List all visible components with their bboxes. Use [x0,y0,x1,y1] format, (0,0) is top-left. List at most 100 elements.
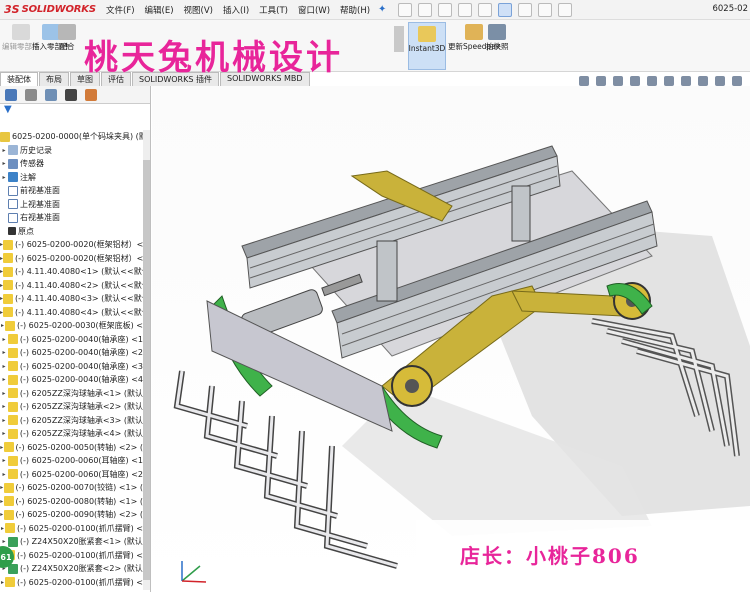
tree-item[interactable]: ▸ (-) 6025-0200-0080(转轴) <1> ( [0,495,143,509]
tree-item[interactable]: ▸ (-) 4.11.40.4080<4> (默认<<默认 [0,306,143,320]
tree-item[interactable]: ▸(-) 6025-0200-0100(抓爪摆臂) < [0,576,143,590]
take-snapshot-button[interactable]: 拍快照 [486,24,509,51]
display-style-icon[interactable] [664,76,674,86]
tree-item[interactable]: ▸ (-) Z24X50X20胀紧套<2> (默认 [0,562,143,576]
view-settings-icon[interactable] [732,76,742,86]
tab-assembly[interactable]: 装配体 [0,72,38,86]
tree-item[interactable]: 前视基准面 [0,184,143,198]
shopkeeper-watermark: 店长：小桃子806 [416,520,750,592]
tree-item[interactable]: ▸ (-) 6025-0200-0040(轴承座) <3 [0,360,143,374]
zoom-area-icon[interactable] [596,76,606,86]
expand-arrow-icon[interactable]: ▸ [0,147,8,154]
tree-item[interactable]: ▸(-) 6025-0200-0100(抓爪摆臂) < [0,549,143,563]
select-icon[interactable] [498,2,513,17]
options-gear-icon[interactable] [558,2,573,17]
edit-appearance-icon[interactable] [698,76,708,86]
scrollbar-thumb[interactable] [143,160,150,580]
dimxpert-tab-icon[interactable] [65,88,77,101]
assembly-model-render[interactable] [152,86,750,592]
new-document-icon[interactable] [398,2,413,17]
expand-arrow-icon[interactable]: ▸ [0,349,8,356]
display-manager-tab-icon[interactable] [85,88,97,101]
tree-item[interactable]: ▸ (-) 6025-0200-0030(框架底板) < [0,319,143,333]
expand-arrow-icon[interactable]: ▸ [0,390,8,397]
section-view-icon[interactable] [630,76,640,86]
filter-icon[interactable]: ▼ [0,104,150,118]
tree-item[interactable]: ▸ (-) Z24X50X20胀紧套<1> (默认 [0,535,143,549]
expand-arrow-icon[interactable]: ▸ [0,174,8,181]
tree-item[interactable]: 右视基准面 [0,211,143,225]
tree-item[interactable]: ▸ (-) 6025-0200-0060(耳轴座) <1 [0,454,143,468]
property-manager-tab-icon[interactable] [25,88,37,101]
tree-item[interactable]: ▸ (-) 6025-0200-0070(铰链) <1> ( [0,481,143,495]
tree-item[interactable]: ▸ 传感器 [0,157,143,171]
expand-arrow-icon[interactable]: ▸ [0,471,8,478]
tree-item[interactable]: ▸ 历史记录 [0,144,143,158]
part-icon [3,266,14,277]
rebuild-icon[interactable] [518,2,533,17]
configuration-tab-icon[interactable] [45,88,57,101]
origin-icon [8,227,16,236]
expand-arrow-icon[interactable]: ▸ [0,430,8,437]
expand-arrow-icon[interactable]: ▸ [0,160,8,167]
ribbon-button-partial[interactable] [394,26,404,52]
menu-file[interactable]: 文件(F) [106,4,135,16]
subassembly-icon [8,536,18,547]
tree-item-label: (-) 6025-0200-0090(转轴) <2> ( [15,510,143,520]
menu-help[interactable]: 帮助(H) [340,4,370,16]
menu-window[interactable]: 窗口(W) [298,4,330,16]
tree-item[interactable]: ▸ (-) 6025-0200-0020(框架铝材）< [0,252,143,266]
view-orientation-icon[interactable] [647,76,657,86]
tree-item[interactable]: ▸ 注解 [0,171,143,185]
solidworks-logo[interactable]: 3S SOLIDWORKS [0,3,106,16]
tree-item[interactable]: ▸ (-) 4.11.40.4080<3> (默认<<默认 [0,292,143,306]
tree-item[interactable]: ▸ (-) 6205ZZ深沟球轴承<4> (默认 [0,427,143,441]
tree-item-label: 上视基准面 [20,199,60,209]
menu-edit[interactable]: 编辑(E) [145,4,174,16]
expand-arrow-icon[interactable]: ▸ [0,403,8,410]
mate-button[interactable]: 配合 [58,24,76,51]
tree-item[interactable]: ▸ (-) 6205ZZ深沟球轴承<3> (默认 [0,414,143,428]
tree-item[interactable]: ▸ (-) 6025-0200-0020(框架铝材）< [0,238,143,252]
expand-arrow-icon[interactable]: ▸ [0,336,8,343]
tree-item[interactable]: ▸(-) 6025-0200-0100(抓爪摆臂) < [0,522,143,536]
tree-item[interactable]: ▸ (-) 6025-0200-0040(轴承座) <1 [0,333,143,347]
expand-arrow-icon[interactable]: ▸ [0,417,8,424]
zoom-to-fit-icon[interactable] [579,76,589,86]
expand-arrow-icon[interactable]: ▸ [0,376,8,383]
tree-item[interactable]: ▸ (-) 6025-0200-0090(转轴) <2> ( [0,508,143,522]
tree-item[interactable]: ▸ (-) 6025-0200-0050(转轴) <2> ( [0,441,143,455]
save-icon[interactable] [438,2,453,17]
open-icon[interactable] [418,2,433,17]
expand-arrow-icon[interactable]: ▸ [0,457,8,464]
graphics-viewport[interactable] [152,86,750,592]
tree-item[interactable]: ▸ (-) 6205ZZ深沟球轴承<1> (默认 [0,387,143,401]
expand-arrow-icon[interactable]: ▸ [0,363,8,370]
previous-view-icon[interactable] [613,76,623,86]
feature-tree-tab-icon[interactable] [5,88,17,101]
watermark-title: 桃天兔机械设计 [84,38,343,78]
tree-item[interactable]: ▸ (-) 6025-0200-0040(轴承座) <2 [0,346,143,360]
menu-view[interactable]: 视图(V) [184,4,213,16]
tree-item[interactable]: ▸ (-) 6205ZZ深沟球轴承<2> (默认 [0,400,143,414]
tree-root-assembly[interactable]: 6025-0200-0000(单个码垛夹具) (默认... [0,130,143,144]
scene-icon[interactable] [715,76,725,86]
instant3d-button[interactable]: Instant3D [408,22,446,70]
hide-show-icon[interactable] [681,76,691,86]
tree-item[interactable]: ▸ (-) 4.11.40.4080<1> (默认<<默认 [0,265,143,279]
tree-item[interactable]: 原点 [0,225,143,239]
menu-tools[interactable]: 工具(T) [259,4,288,16]
menu-insert[interactable]: 插入(I) [223,4,249,16]
file-properties-icon[interactable] [538,2,553,17]
part-icon [7,428,18,439]
tab-layout[interactable]: 布局 [39,72,69,86]
print-icon[interactable] [458,2,473,17]
tree-item[interactable]: ▸ (-) 6025-0200-0060(耳轴座) <2 [0,468,143,482]
tree-item[interactable]: ▸ (-) 4.11.40.4080<2> (默认<<默认 [0,279,143,293]
tree-scrollbar[interactable] [143,130,150,590]
expand-arrow-icon[interactable]: ▸ [0,538,8,545]
tree-item[interactable]: ▸ (-) 6025-0200-0040(轴承座) <4 [0,373,143,387]
undo-icon[interactable] [478,2,493,17]
tree-item[interactable]: 上视基准面 [0,198,143,212]
pin-icon[interactable]: ✦ [378,4,386,15]
